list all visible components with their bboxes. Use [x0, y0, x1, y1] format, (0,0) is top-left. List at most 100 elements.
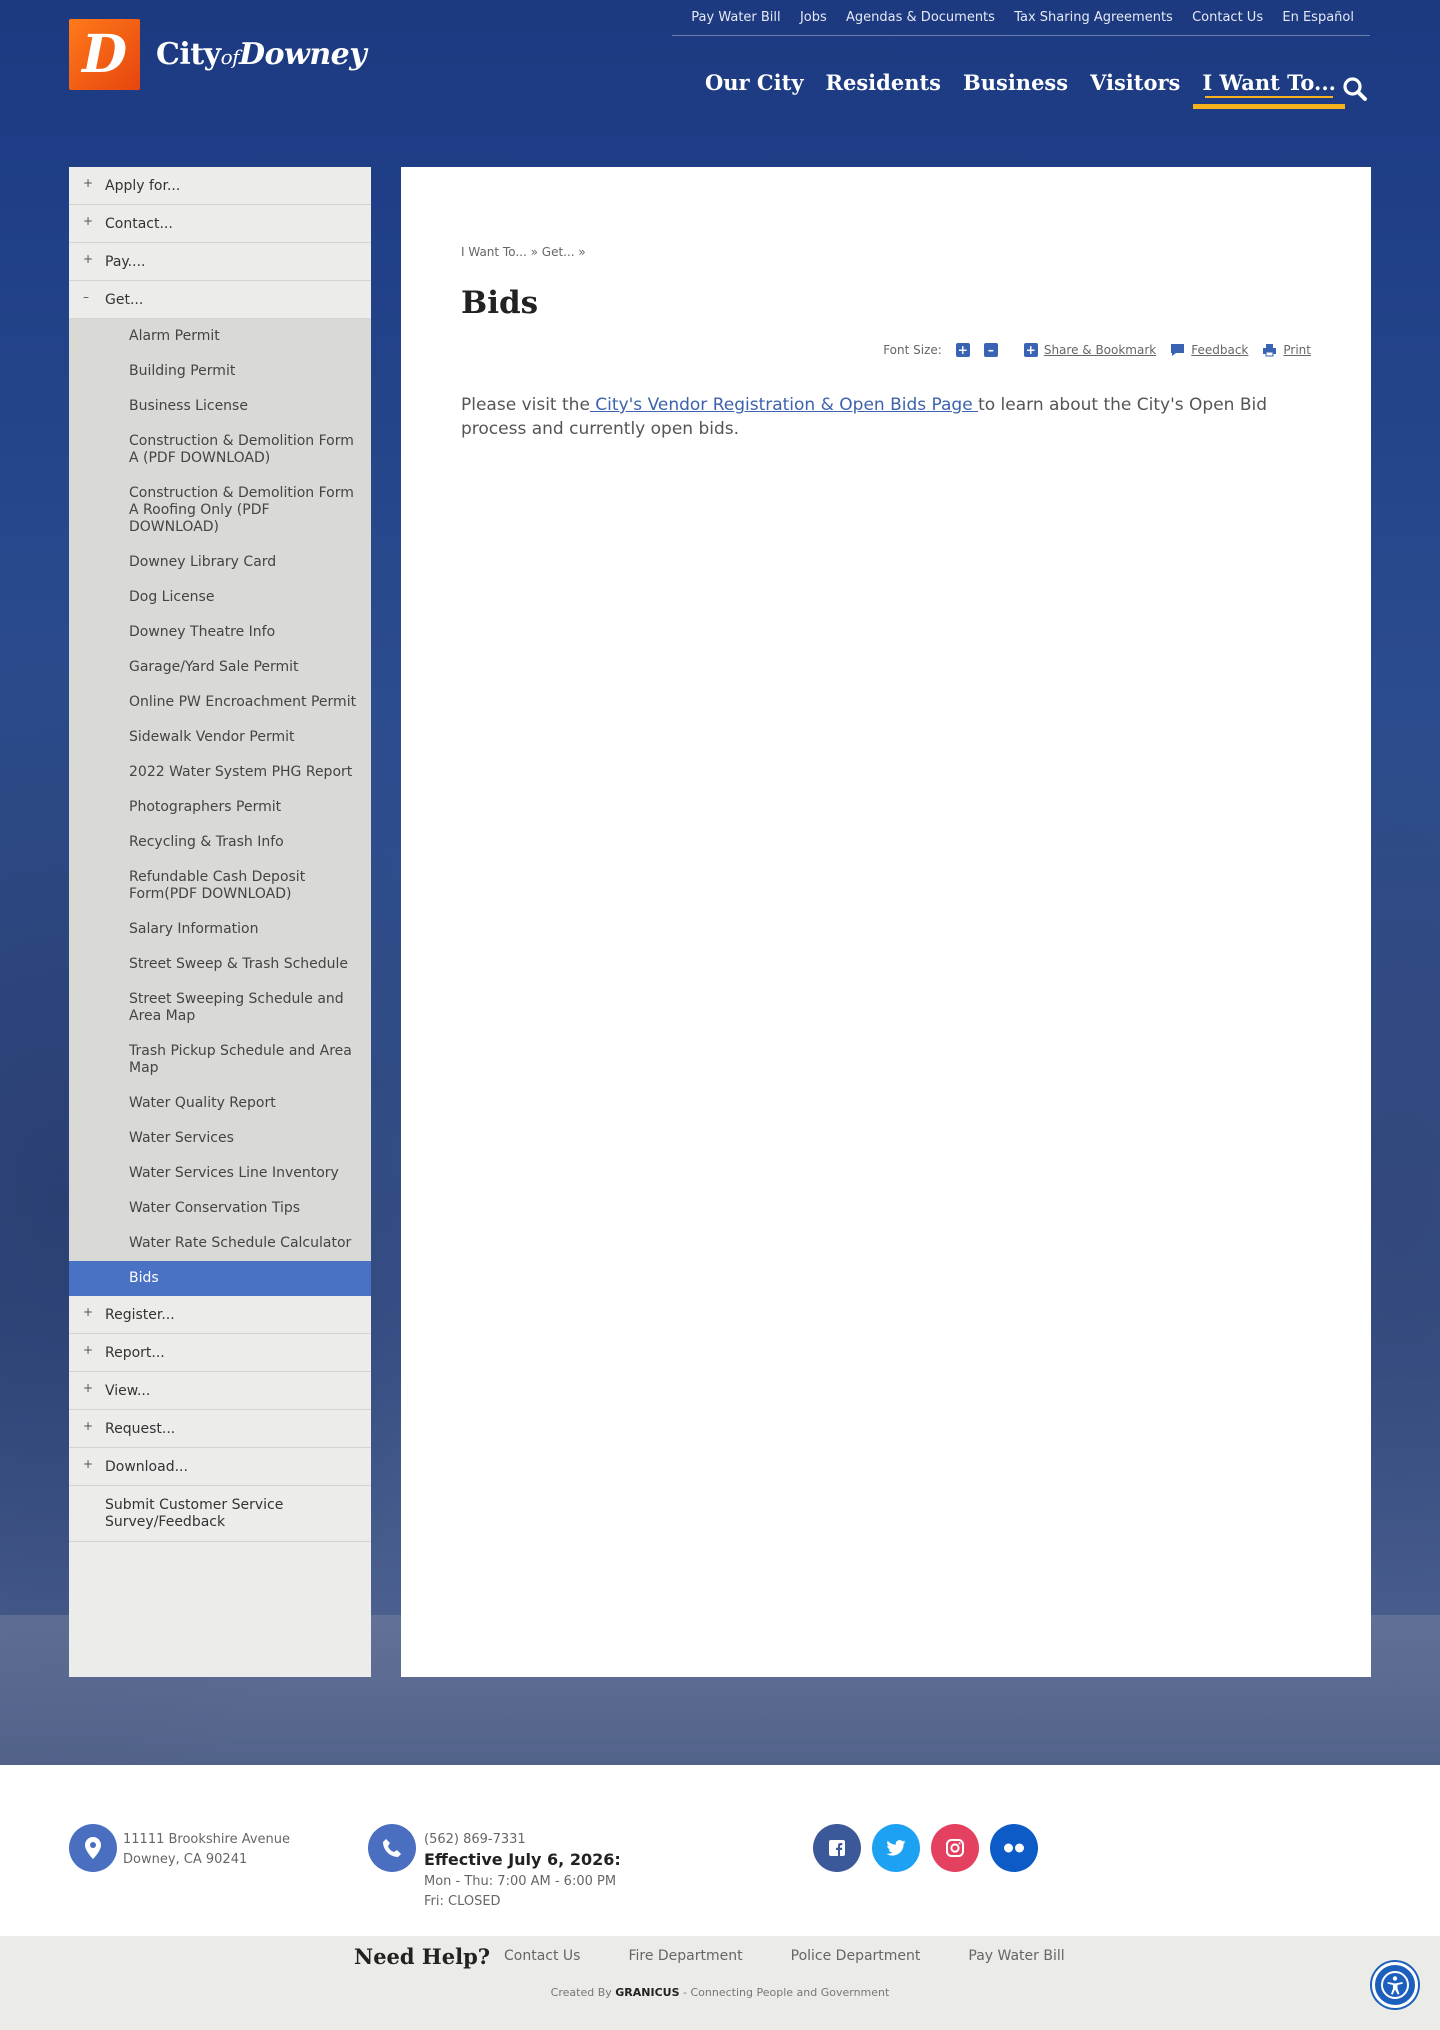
- accessibility-button[interactable]: [1372, 1962, 1418, 2008]
- sidebar-subitem[interactable]: Salary Information: [69, 912, 371, 947]
- font-decrease-icon[interactable]: –: [983, 343, 998, 357]
- logo-text: CityofDowney: [156, 37, 367, 72]
- expand-toggle-icon[interactable]: –: [83, 290, 89, 304]
- accessibility-icon: [1381, 1971, 1409, 1999]
- sidebar-subitem[interactable]: Bids: [69, 1261, 371, 1296]
- hours-friday: Fri: CLOSED: [424, 1894, 501, 1909]
- instagram-icon[interactable]: [931, 1824, 979, 1872]
- search-button[interactable]: [1342, 76, 1372, 106]
- sidebar-subitem[interactable]: Sidewalk Vendor Permit: [69, 720, 371, 755]
- vendor-registration-link[interactable]: City's Vendor Registration & Open Bids P…: [590, 395, 978, 415]
- sidebar-subitem[interactable]: Construction & Demolition Form A Roofing…: [69, 476, 371, 545]
- sidebar-subitem[interactable]: Building Permit: [69, 354, 371, 389]
- granicus-link[interactable]: GRANICUS: [615, 1986, 679, 1999]
- nav-our-city[interactable]: Our City: [694, 60, 815, 109]
- location-pin-icon: [69, 1824, 117, 1872]
- share-bookmark-link[interactable]: Share & Bookmark: [1044, 343, 1156, 357]
- util-tax-sharing[interactable]: Tax Sharing Agreements: [1014, 10, 1173, 25]
- sidebar-item-top-1[interactable]: + Contact...: [69, 205, 371, 243]
- sidebar-subitem[interactable]: Street Sweep & Trash Schedule: [69, 947, 371, 982]
- logo-city: City: [156, 37, 221, 72]
- utility-nav: Pay Water Bill Jobs Agendas & Documents …: [672, 0, 1370, 36]
- sidebar-subitem[interactable]: Refundable Cash Deposit Form(PDF DOWNLOA…: [69, 860, 371, 912]
- help-contact-us[interactable]: Contact Us: [504, 1948, 580, 1964]
- expand-toggle-icon[interactable]: +: [83, 1343, 93, 1357]
- feedback-link[interactable]: Feedback: [1191, 343, 1248, 357]
- font-increase-icon[interactable]: +: [955, 343, 970, 357]
- sidebar-subitem[interactable]: Street Sweeping Schedule and Area Map: [69, 982, 371, 1034]
- sidebar-item-top-0[interactable]: + Apply for...: [69, 167, 371, 205]
- util-contact-us[interactable]: Contact Us: [1192, 10, 1263, 25]
- util-jobs[interactable]: Jobs: [800, 10, 827, 25]
- hours-effective: Effective July 6, 2026:: [424, 1850, 621, 1869]
- page-tools: Font Size: + – + Share & Bookmark Feedba…: [883, 343, 1311, 357]
- nav-i-want-to[interactable]: I Want To...: [1191, 60, 1347, 109]
- credit-suffix: - Connecting People and Government: [683, 1986, 890, 1999]
- footer: 11111 Brookshire Avenue Downey, CA 90241…: [0, 1765, 1440, 1936]
- phone-number[interactable]: (562) 869-7331: [424, 1830, 621, 1850]
- nav-visitors[interactable]: Visitors: [1079, 60, 1191, 109]
- nav-business[interactable]: Business: [952, 60, 1079, 109]
- search-icon: [1343, 77, 1367, 101]
- sidebar-subitem[interactable]: Garage/Yard Sale Permit: [69, 650, 371, 685]
- expand-toggle-icon[interactable]: +: [83, 1419, 93, 1433]
- need-help-heading: Need Help?: [354, 1944, 491, 1969]
- sidebar-subitem[interactable]: Alarm Permit: [69, 319, 371, 354]
- sidebar-item-bottom-5[interactable]: Submit Customer Service Survey/Feedback: [69, 1486, 371, 1542]
- share-plus-icon: +: [1023, 343, 1038, 357]
- sidebar-item-bottom-3[interactable]: + Request...: [69, 1410, 371, 1448]
- sidebar-subitem[interactable]: Water Services Line Inventory: [69, 1156, 371, 1191]
- sidebar-item-label: Register...: [105, 1306, 175, 1323]
- address-line1: 11111 Brookshire Avenue: [123, 1832, 291, 1847]
- sidebar-item-top-2[interactable]: + Pay....: [69, 243, 371, 281]
- sidebar-subitem[interactable]: Water Services: [69, 1121, 371, 1156]
- sidebar-subitem[interactable]: Online PW Encroachment Permit: [69, 685, 371, 720]
- credit-prefix: Created By: [550, 1986, 612, 1999]
- address-line2: Downey, CA 90241: [123, 1852, 248, 1867]
- sidebar-subitem[interactable]: 2022 Water System PHG Report: [69, 755, 371, 790]
- help-fire-department[interactable]: Fire Department: [628, 1948, 742, 1964]
- expand-toggle-icon[interactable]: +: [83, 176, 93, 190]
- sidebar-item-label: Report...: [105, 1344, 165, 1361]
- social-links: [813, 1824, 1049, 1872]
- help-police-department[interactable]: Police Department: [791, 1948, 921, 1964]
- sidebar-subitem[interactable]: Downey Theatre Info: [69, 615, 371, 650]
- flickr-icon[interactable]: [990, 1824, 1038, 1872]
- sidebar-subitem[interactable]: Recycling & Trash Info: [69, 825, 371, 860]
- sidebar-item-label: Get...: [105, 291, 144, 308]
- util-agendas[interactable]: Agendas & Documents: [846, 10, 995, 25]
- facebook-icon[interactable]: [813, 1824, 861, 1872]
- sidebar-item-bottom-4[interactable]: + Download...: [69, 1448, 371, 1486]
- nav-residents[interactable]: Residents: [815, 60, 952, 109]
- site-logo[interactable]: D CityofDowney: [69, 19, 367, 90]
- logo-downey: Downey: [239, 37, 367, 72]
- sidebar-item-bottom-0[interactable]: + Register...: [69, 1296, 371, 1334]
- help-pay-water-bill[interactable]: Pay Water Bill: [968, 1948, 1064, 1964]
- sidebar-subitem[interactable]: Downey Library Card: [69, 545, 371, 580]
- sidebar-subitem[interactable]: Water Conservation Tips: [69, 1191, 371, 1226]
- sidebar-item-label: Submit Customer Service Survey/Feedback: [105, 1496, 284, 1530]
- expand-toggle-icon[interactable]: +: [83, 252, 93, 266]
- breadcrumb[interactable]: I Want To... » Get... »: [461, 245, 586, 259]
- expand-toggle-icon[interactable]: +: [83, 1381, 93, 1395]
- sidebar-item-top-3[interactable]: – Get...: [69, 281, 371, 319]
- sidebar-subitem[interactable]: Trash Pickup Schedule and Area Map: [69, 1034, 371, 1086]
- sidebar-subitem[interactable]: Photographers Permit: [69, 790, 371, 825]
- sidebar-item-bottom-1[interactable]: + Report...: [69, 1334, 371, 1372]
- sidebar-item-bottom-2[interactable]: + View...: [69, 1372, 371, 1410]
- sidebar-subitem[interactable]: Water Quality Report: [69, 1086, 371, 1121]
- expand-toggle-icon[interactable]: +: [83, 1457, 93, 1471]
- sidebar-subitem[interactable]: Dog License: [69, 580, 371, 615]
- sidebar-item-label: View...: [105, 1382, 151, 1399]
- print-link[interactable]: Print: [1283, 343, 1311, 357]
- sidebar-item-label: Request...: [105, 1420, 176, 1437]
- util-espanol[interactable]: En Español: [1282, 10, 1354, 25]
- util-pay-water-bill[interactable]: Pay Water Bill: [691, 10, 780, 25]
- sidebar-subitem[interactable]: Construction & Demolition Form A (PDF DO…: [69, 424, 371, 476]
- expand-toggle-icon[interactable]: +: [83, 1305, 93, 1319]
- sidebar-subitem[interactable]: Water Rate Schedule Calculator: [69, 1226, 371, 1261]
- sidebar-subitem[interactable]: Business License: [69, 389, 371, 424]
- font-size-label: Font Size:: [883, 343, 942, 357]
- twitter-icon[interactable]: [872, 1824, 920, 1872]
- expand-toggle-icon[interactable]: +: [83, 214, 93, 228]
